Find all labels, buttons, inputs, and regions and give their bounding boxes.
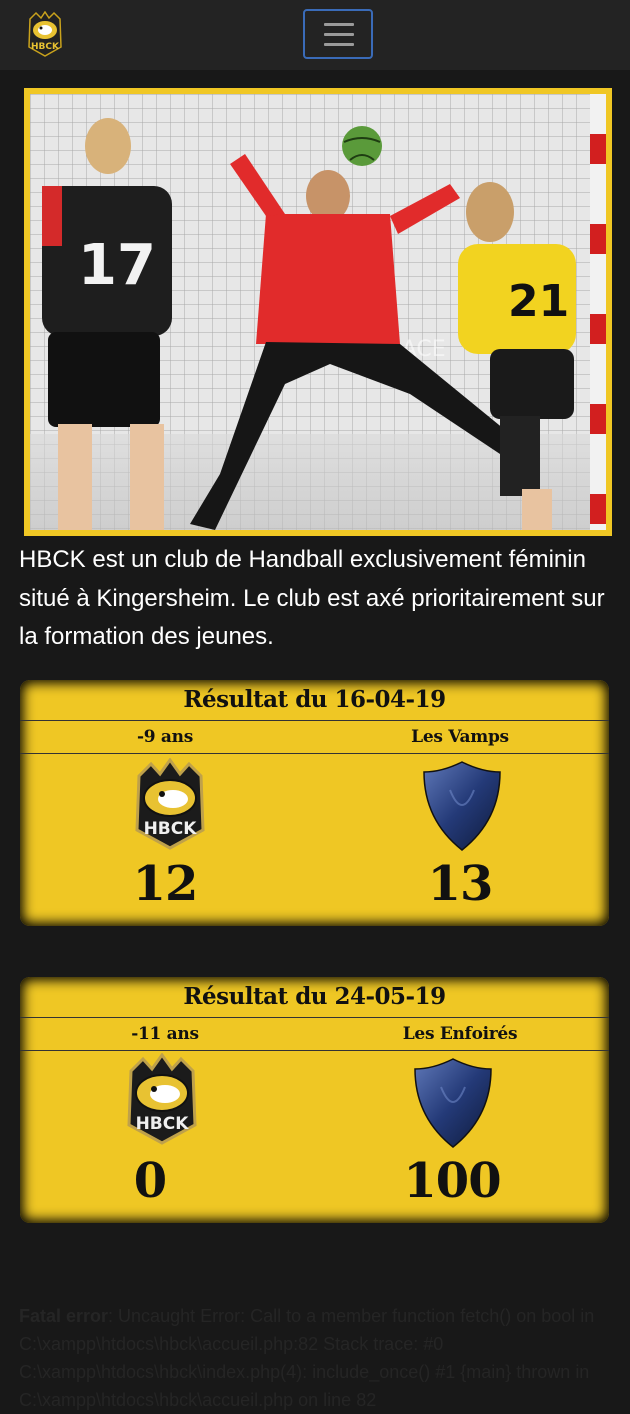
shield-icon xyxy=(423,761,501,851)
svg-text:HBCK: HBCK xyxy=(136,1114,190,1134)
divider xyxy=(20,720,609,721)
handball-action-photo: ALSACE 17 21 xyxy=(30,94,606,530)
result-title: Résultat du 16-04-19 xyxy=(183,686,446,713)
navbar: HBCK xyxy=(0,0,630,70)
away-team-name: Les Enfoirés xyxy=(402,1024,518,1044)
result-card: Résultat du 24-05-19 -11 ans Les Enfoiré… xyxy=(20,977,609,1223)
home-score: 12 xyxy=(132,856,199,912)
home-team-name: -11 ans xyxy=(131,1024,199,1044)
hbck-crest-icon: HBCK xyxy=(135,758,205,850)
hbck-logo[interactable]: HBCK xyxy=(26,11,64,57)
hamburger-icon xyxy=(324,23,354,26)
hbck-crest-icon: HBCK xyxy=(127,1053,197,1145)
shield-icon xyxy=(414,1058,492,1148)
club-description: HBCK est un club de Handball exclusiveme… xyxy=(19,546,605,650)
menu-toggle-button[interactable] xyxy=(303,9,373,59)
divider xyxy=(20,753,609,754)
jersey-number-17: 17 xyxy=(78,233,156,298)
hero-photo: ALSACE 17 21 xyxy=(24,88,612,536)
home-score: 0 xyxy=(133,1153,167,1209)
error-label: Fatal error xyxy=(19,1306,109,1326)
fatal-error-message: Fatal error: Uncaught Error: Call to a m… xyxy=(19,1302,614,1414)
away-score: 100 xyxy=(403,1153,501,1209)
divider xyxy=(20,1017,609,1018)
away-team-name: Les Vamps xyxy=(411,727,509,747)
logo-text: HBCK xyxy=(31,42,60,52)
result-title: Résultat du 24-05-19 xyxy=(183,983,446,1010)
home-team-name: -9 ans xyxy=(137,727,193,747)
divider xyxy=(20,1050,609,1051)
jersey-number-21: 21 xyxy=(508,276,569,327)
svg-text:HBCK: HBCK xyxy=(144,819,198,839)
result-card: Résultat du 16-04-19 -9 ans Les Vamps HB… xyxy=(20,680,609,926)
away-score: 13 xyxy=(427,856,494,912)
